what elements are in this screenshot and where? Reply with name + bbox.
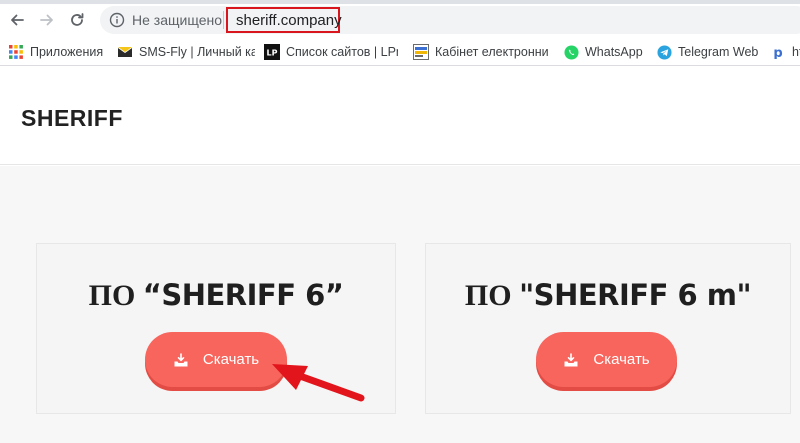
reload-icon (71, 13, 84, 26)
telegram-icon (656, 44, 672, 60)
bookmark-p[interactable]: p ht (770, 43, 800, 61)
bookmark-apps[interactable]: Приложения (8, 43, 108, 61)
download-button-label: Скачать (593, 351, 650, 368)
bookmark-label: Список сайтов | LPm (286, 45, 398, 59)
card-title-name: “SHERIFF 6” (142, 278, 344, 312)
download-tray-icon (563, 352, 579, 368)
back-button[interactable] (6, 9, 28, 31)
bookmark-label: WhatsApp (585, 45, 643, 59)
download-card: ПО "SHERIFF 6 m" Скачать (425, 243, 791, 414)
browser-toolbar: Не защищено sheriff.company (0, 0, 800, 38)
page: Не защищено sheriff.company Приложения S… (0, 0, 800, 443)
sms-fly-icon (117, 44, 133, 60)
bookmark-kep[interactable]: Кабінет електронни (413, 43, 551, 61)
whatsapp-icon (563, 44, 579, 60)
kep-icon (413, 44, 429, 60)
bookmark-lp[interactable]: LP Список сайтов | LPm (264, 43, 398, 61)
security-status-text[interactable]: Не защищено (132, 12, 222, 28)
download-button-label: Скачать (202, 351, 260, 368)
forward-arrow-icon (40, 14, 53, 26)
annotation-arrow-icon (272, 364, 365, 402)
back-arrow-icon (11, 14, 24, 26)
bookmark-label: Кабінет електронни (435, 45, 549, 59)
address-separator (223, 11, 224, 29)
address-bar[interactable]: Не защищено sheriff.company (100, 6, 800, 34)
forward-button[interactable] (36, 9, 58, 31)
bookmark-label: ht (792, 45, 800, 59)
url-highlight-box: sheriff.company (226, 7, 342, 33)
info-icon[interactable] (109, 12, 125, 28)
card-title: ПО “SHERIFF 6” (37, 277, 395, 313)
toolbar-top-edge (0, 0, 800, 4)
bookmark-telegram[interactable]: Telegram Web (656, 43, 760, 61)
apps-grid-icon (8, 44, 24, 60)
lp-icon: LP (264, 44, 280, 60)
bookmark-label: Приложения (30, 45, 104, 59)
bookmarks-bar: Приложения SMS-Fly | Личный ка LP Список… (0, 38, 800, 66)
bookmark-sms-fly[interactable]: SMS-Fly | Личный ка (117, 43, 255, 61)
url-text[interactable]: sheriff.company (236, 12, 342, 29)
svg-text:LP: LP (267, 49, 278, 58)
card-title-name: "SHERIFF 6 m" (519, 278, 752, 312)
bookmark-label: SMS-Fly | Личный ка (139, 45, 255, 59)
site-logo[interactable]: SHERIFF (21, 105, 123, 132)
download-button[interactable]: Скачать (536, 332, 677, 387)
download-button[interactable]: Скачать (145, 332, 287, 387)
reload-button[interactable] (66, 9, 88, 31)
site-header: SHERIFF (0, 67, 800, 165)
card-title-prefix: ПО (88, 279, 143, 312)
download-tray-icon (173, 352, 189, 368)
card-title: ПО "SHERIFF 6 m" (426, 277, 790, 313)
svg-text:p: p (773, 46, 782, 59)
card-title-prefix: ПО (464, 279, 520, 312)
p-icon: p (770, 44, 786, 60)
bookmark-whatsapp[interactable]: WhatsApp (563, 43, 645, 61)
bookmark-label: Telegram Web (678, 45, 759, 59)
